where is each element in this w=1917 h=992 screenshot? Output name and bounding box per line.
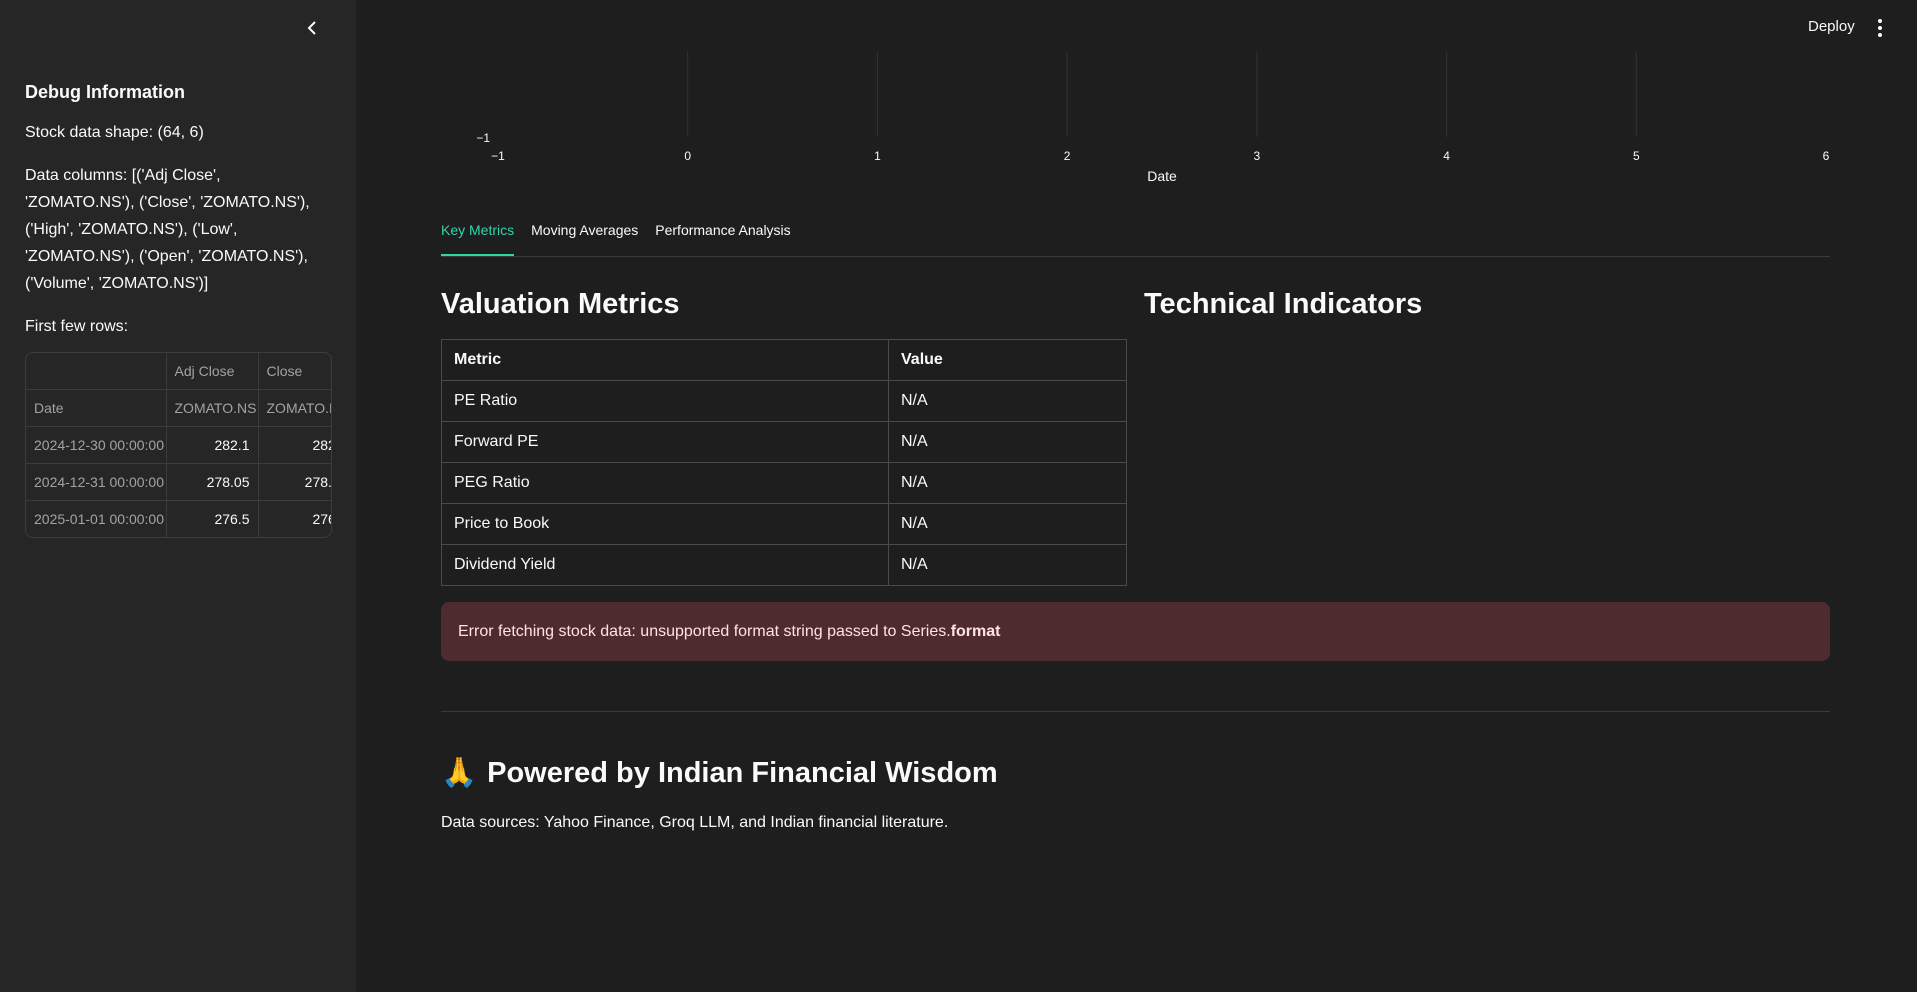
- metric-value: N/A: [888, 462, 1127, 504]
- table-header-row: Metric Value: [441, 339, 1127, 381]
- df-cell[interactable]: 278.05: [258, 463, 331, 501]
- shape-text: Stock data shape: (64, 6): [25, 124, 204, 141]
- error-text-bold: format: [950, 622, 1001, 640]
- collapse-sidebar-button[interactable]: [300, 16, 324, 40]
- df-cell[interactable]: 276.5: [258, 500, 331, 537]
- table-row: 2025-01-01 00:00:00 276.5 276.5: [26, 500, 331, 537]
- footer-title-text: Powered by Indian Financial Wisdom: [487, 756, 998, 789]
- x-tick-label: −1: [491, 149, 505, 163]
- x-tick-label: 1: [874, 149, 881, 163]
- column-header-value: Value: [888, 339, 1127, 381]
- kebab-menu-icon: [1878, 19, 1882, 37]
- df-header-cell: [26, 353, 167, 390]
- valuation-metrics-title: Valuation Metrics: [441, 288, 680, 320]
- columns-value: [('Adj Close', 'ZOMATO.NS'), ('Close', '…: [25, 167, 310, 292]
- price-chart[interactable]: −1 0 1 2 3 4 5 6 −1 Date: [440, 40, 1840, 200]
- df-cell[interactable]: 282.1: [166, 426, 259, 464]
- columns-text: Data columns: [('Adj Close', 'ZOMATO.NS'…: [25, 162, 331, 297]
- metric-name: PE Ratio: [441, 380, 889, 422]
- valuation-table: Metric Value PE Ratio N/A Forward PE N/A…: [441, 339, 1127, 586]
- table-row: Forward PE N/A: [441, 421, 1127, 463]
- footer-title: 🙏 Powered by Indian Financial Wisdom: [441, 756, 998, 790]
- divider: [441, 711, 1830, 712]
- tab-key-metrics[interactable]: Key Metrics: [441, 222, 515, 256]
- data-sources-text: Data sources: Yahoo Finance, Groq LLM, a…: [441, 814, 949, 831]
- df-cell[interactable]: 278.05: [166, 463, 259, 501]
- debug-heading: Debug Information: [25, 82, 185, 102]
- df-index-cell[interactable]: 2024-12-31 00:00:00: [26, 463, 167, 501]
- chevron-left-icon: [307, 21, 316, 35]
- table-row: 2024-12-31 00:00:00 278.05 278.05: [26, 463, 331, 501]
- table-row: 2024-12-30 00:00:00 282.1 282.1: [26, 426, 331, 464]
- dataframe-header-row: Adj Close Close: [26, 353, 331, 390]
- error-text: Error fetching stock data: unsupported f…: [458, 622, 951, 640]
- dataframe[interactable]: Adj Close Close Date ZOMATO.NS ZOMATO.NS…: [25, 352, 332, 538]
- df-header-cell: ZOMATO.NS: [166, 389, 259, 427]
- metric-name: Forward PE: [441, 421, 889, 463]
- folded-hands-icon: 🙏: [441, 757, 478, 789]
- metric-value: N/A: [888, 380, 1127, 422]
- tab-moving-averages[interactable]: Moving Averages: [531, 222, 638, 256]
- metric-name: PEG Ratio: [441, 462, 889, 504]
- table-row: PE Ratio N/A: [441, 380, 1127, 422]
- metric-name: Dividend Yield: [441, 544, 889, 586]
- x-tick-label: 4: [1443, 149, 1450, 163]
- df-header-cell: ZOMATO.NS: [258, 389, 331, 427]
- metric-value: N/A: [888, 503, 1127, 545]
- error-alert: Error fetching stock data: unsupported f…: [441, 602, 1830, 661]
- column-header-metric: Metric: [441, 339, 889, 381]
- df-cell[interactable]: 276.5: [166, 500, 259, 537]
- metric-name: Price to Book: [441, 503, 889, 545]
- df-header-cell[interactable]: Close: [258, 353, 331, 390]
- df-index-cell[interactable]: 2025-01-01 00:00:00: [26, 500, 167, 537]
- x-tick-label: 3: [1254, 149, 1261, 163]
- technical-indicators-title: Technical Indicators: [1144, 288, 1423, 320]
- columns-label: Data columns:: [25, 167, 132, 184]
- df-index-cell[interactable]: 2024-12-30 00:00:00: [26, 426, 167, 464]
- deploy-button[interactable]: Deploy: [1808, 18, 1855, 35]
- table-row: Price to Book N/A: [441, 503, 1127, 545]
- first-rows-label: First few rows:: [25, 318, 129, 335]
- main-menu-button[interactable]: [1872, 16, 1888, 40]
- df-header-cell[interactable]: Adj Close: [166, 353, 259, 390]
- tab-bar: Key Metrics Moving Averages Performance …: [441, 222, 1830, 257]
- df-header-cell: Date: [26, 389, 167, 427]
- dataframe-table: Adj Close Close Date ZOMATO.NS ZOMATO.NS…: [26, 353, 331, 537]
- x-tick-label: 2: [1064, 149, 1071, 163]
- table-row: PEG Ratio N/A: [441, 462, 1127, 504]
- x-axis-label: Date: [1147, 168, 1177, 184]
- dataframe-header-row: Date ZOMATO.NS ZOMATO.NS: [26, 389, 331, 427]
- sidebar: Debug Information Stock data shape: (64,…: [0, 0, 356, 992]
- y-tick-label: −1: [476, 131, 490, 145]
- table-row: Dividend Yield N/A: [441, 544, 1127, 586]
- x-tick-label: 6: [1823, 149, 1830, 163]
- x-tick-label: 0: [684, 149, 691, 163]
- metric-value: N/A: [888, 544, 1127, 586]
- metric-value: N/A: [888, 421, 1127, 463]
- df-cell[interactable]: 282.1: [258, 426, 331, 464]
- tab-performance-analysis[interactable]: Performance Analysis: [655, 222, 790, 256]
- x-tick-label: 5: [1633, 149, 1640, 163]
